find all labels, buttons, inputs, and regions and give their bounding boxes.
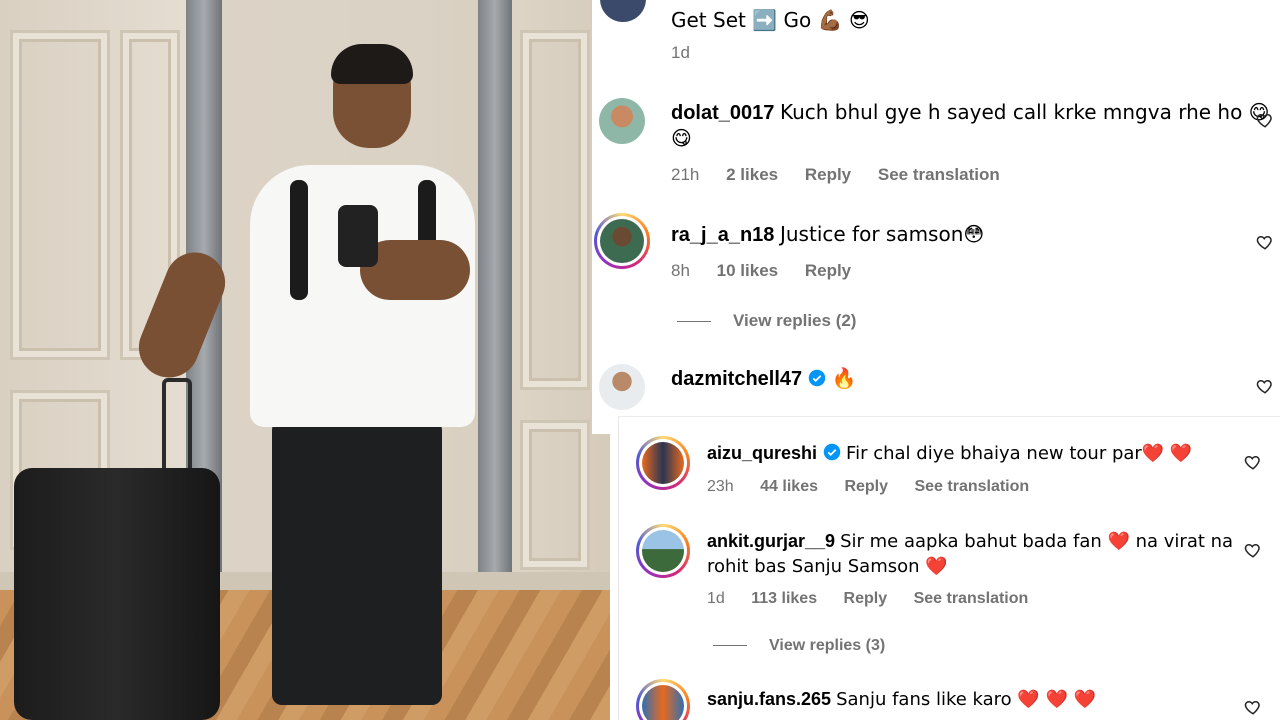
comments-panel-bottom: aizu_qureshi Fir chal diye bhaiya new to… [618, 416, 1280, 720]
likes-count[interactable]: 2 likes [726, 165, 778, 184]
avatar[interactable] [636, 436, 690, 490]
comment-username[interactable]: dazmitchell47 [671, 368, 802, 390]
comments-panel-top: Get Set ➡️ Go 💪🏾 😎 1d dolat_0017 Kuch bh… [592, 0, 1280, 434]
avatar[interactable] [594, 213, 650, 269]
comment-text: Get Set ➡️ Go 💪🏾 😎 [671, 8, 870, 32]
comment-time: 23h [707, 478, 734, 495]
comment-username[interactable]: sanju.fans.265 [707, 689, 831, 709]
comment-time: 21h [671, 165, 700, 184]
comment-time: 8h [671, 261, 690, 280]
reply-button[interactable]: Reply [805, 261, 851, 280]
avatar[interactable] [599, 98, 645, 144]
likes-count[interactable]: 113 likes [751, 590, 817, 607]
comment-text-continued: rohit bas Sanju Samson ❤️ [707, 556, 948, 577]
reply-button[interactable]: Reply [805, 165, 851, 184]
comment-meta: 21h 2 likes Reply See translation [671, 165, 1022, 185]
verified-badge-icon [823, 443, 841, 461]
reply-button[interactable]: Reply [844, 590, 888, 607]
like-heart-icon[interactable] [1244, 698, 1262, 716]
view-replies-button[interactable]: View replies (3) [713, 637, 885, 655]
comment-username[interactable]: ankit.gurjar__9 [707, 531, 835, 551]
see-translation-button[interactable]: See translation [878, 165, 1000, 184]
like-heart-icon[interactable] [1256, 111, 1274, 129]
verified-badge-icon [808, 369, 826, 387]
comment-time: 1d [707, 590, 725, 607]
avatar[interactable] [600, 0, 646, 22]
avatar[interactable] [636, 679, 690, 720]
see-translation-button[interactable]: See translation [914, 590, 1029, 607]
comment-meta: 8h 10 likes Reply [671, 261, 873, 281]
avatar[interactable] [636, 524, 690, 578]
like-heart-icon[interactable] [1244, 541, 1262, 559]
comment-meta: 1d 113 likes Reply See translation [707, 590, 1050, 608]
comment-meta: 23h 44 likes Reply See translation [707, 478, 1051, 496]
comment-text: Fir chal diye bhaiya new tour par❤️ ❤️ [846, 443, 1193, 464]
comment-username[interactable]: dolat_0017 [671, 102, 774, 124]
comment-text: Kuch bhul gye h sayed call krke mngva rh… [779, 100, 1270, 124]
comment-time: 1d [671, 43, 690, 62]
comment-text-continued: 😋 [671, 126, 692, 150]
suitcase [14, 468, 220, 720]
comment-text: 🔥 [831, 366, 857, 390]
avatar[interactable] [599, 364, 645, 410]
like-heart-icon[interactable] [1244, 453, 1262, 471]
comment-text: Justice for samson😳 [779, 222, 985, 246]
phone [338, 205, 378, 267]
likes-count[interactable]: 10 likes [717, 261, 778, 280]
post-photo [0, 0, 610, 720]
see-translation-button[interactable]: See translation [914, 478, 1029, 495]
like-heart-icon[interactable] [1256, 377, 1274, 395]
reply-button[interactable]: Reply [844, 478, 888, 495]
view-replies-button[interactable]: View replies (2) [677, 311, 856, 331]
comment-username[interactable]: ra_j_a_n18 [671, 224, 774, 246]
likes-count[interactable]: 44 likes [760, 478, 818, 495]
comment-text: Sanju fans like karo ❤️ ❤️ ❤️ [836, 689, 1097, 710]
comment-text: Sir me aapka bahut bada fan ❤️ na virat … [840, 531, 1234, 552]
comment-username[interactable]: aizu_qureshi [707, 443, 817, 463]
like-heart-icon[interactable] [1256, 233, 1274, 251]
